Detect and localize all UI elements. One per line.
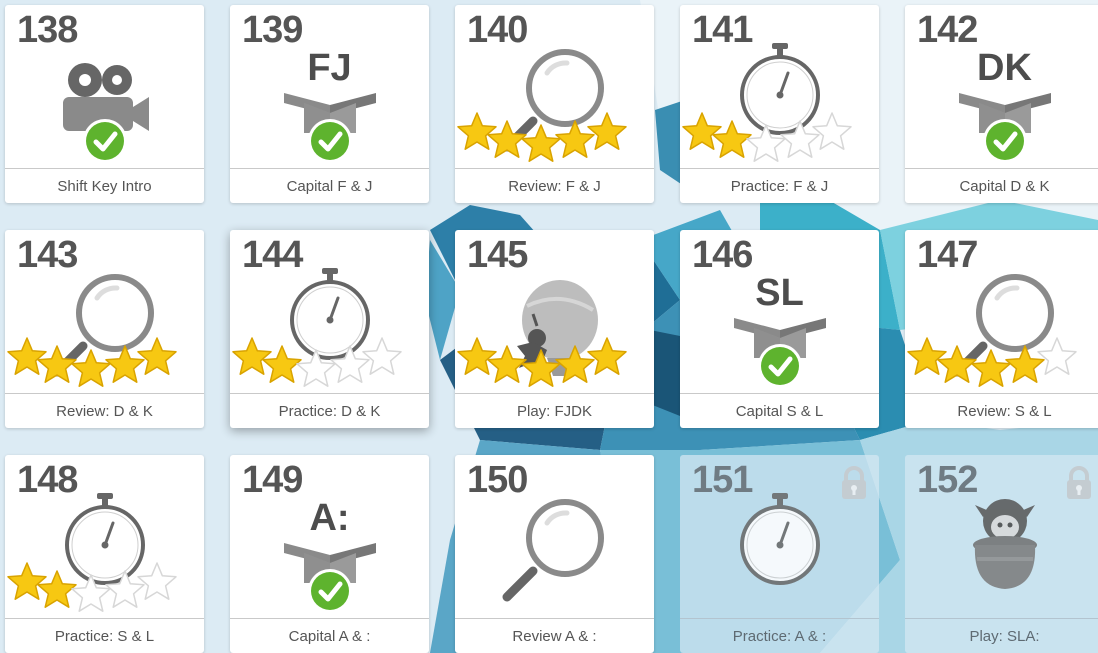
star-filled-icon bbox=[682, 112, 722, 150]
star-empty-icon bbox=[812, 112, 852, 150]
check-badge-icon bbox=[83, 119, 127, 163]
lesson-card-144[interactable]: 144 Practice: D & K bbox=[230, 230, 429, 428]
lesson-label: Capital F & J bbox=[230, 168, 429, 203]
lesson-card-145[interactable]: 145 Play: FJDK bbox=[455, 230, 654, 428]
pot-character-icon bbox=[973, 499, 1037, 589]
lesson-card-146[interactable]: 146 SL Capital S & L bbox=[680, 230, 879, 428]
lesson-illustration bbox=[502, 499, 604, 602]
lesson-card-149[interactable]: 149 A: Capital A & : bbox=[230, 455, 429, 653]
stopwatch-icon bbox=[290, 268, 370, 360]
lesson-label: Practice: F & J bbox=[680, 168, 879, 203]
lock-icon bbox=[842, 466, 866, 499]
lesson-label: Review: F & J bbox=[455, 168, 654, 203]
lesson-label: Practice: A & : bbox=[680, 618, 879, 653]
lesson-label: Capital D & K bbox=[905, 168, 1098, 203]
stopwatch-icon bbox=[65, 493, 145, 585]
lesson-label: Review: S & L bbox=[905, 393, 1098, 428]
lesson-label: Review A & : bbox=[455, 618, 654, 653]
lesson-card-147[interactable]: 147 Review: S & L bbox=[905, 230, 1098, 428]
lesson-card-142[interactable]: 142 DK Capital D & K bbox=[905, 5, 1098, 203]
star-filled-icon bbox=[587, 112, 627, 150]
check-badge-icon bbox=[308, 119, 352, 163]
lesson-label: Shift Key Intro bbox=[5, 168, 204, 203]
star-filled-icon bbox=[232, 337, 272, 375]
lesson-label: Review: D & K bbox=[5, 393, 204, 428]
lesson-illustration bbox=[232, 268, 402, 387]
lesson-letters: DK bbox=[977, 47, 1032, 89]
lesson-card-140[interactable]: 140 Review: F & J bbox=[455, 5, 654, 203]
lesson-label: Play: FJDK bbox=[455, 393, 654, 428]
lesson-card-143[interactable]: 143 Review: D & K bbox=[5, 230, 204, 428]
lock-icon bbox=[1067, 466, 1091, 499]
lesson-card-152: 152 Play: SLA: bbox=[905, 455, 1098, 653]
star-empty-icon bbox=[137, 562, 177, 600]
lesson-card-151: 151 Practice: A & : bbox=[680, 455, 879, 653]
lesson-illustration bbox=[63, 63, 149, 163]
lesson-illustration bbox=[7, 274, 177, 387]
lesson-card-141[interactable]: 141 Practice: F & J bbox=[680, 5, 879, 203]
lesson-letters: FJ bbox=[307, 47, 352, 89]
stopwatch-icon bbox=[740, 493, 820, 585]
star-filled-icon bbox=[907, 337, 947, 375]
lesson-label: Capital A & : bbox=[230, 618, 429, 653]
lesson-label: Practice: D & K bbox=[230, 393, 429, 428]
lesson-illustration bbox=[973, 499, 1037, 589]
lesson-illustration bbox=[907, 274, 1077, 387]
check-badge-icon bbox=[308, 569, 352, 613]
star-filled-icon bbox=[7, 337, 47, 375]
lesson-letters: A: bbox=[309, 497, 350, 539]
lesson-label: Practice: S & L bbox=[5, 618, 204, 653]
star-empty-icon bbox=[1037, 337, 1077, 375]
star-filled-icon bbox=[457, 112, 497, 150]
lesson-illustration bbox=[740, 493, 820, 585]
lesson-card-150[interactable]: 150 Review A & : bbox=[455, 455, 654, 653]
lesson-illustration bbox=[682, 43, 852, 162]
lesson-illustration bbox=[457, 280, 627, 387]
check-badge-icon bbox=[983, 119, 1027, 163]
star-filled-icon bbox=[7, 562, 47, 600]
star-filled-icon bbox=[457, 337, 497, 375]
star-empty-icon bbox=[362, 337, 402, 375]
magnifier-icon bbox=[502, 499, 604, 602]
lesson-card-148[interactable]: 148 Practice: S & L bbox=[5, 455, 204, 653]
magnifier-icon bbox=[502, 49, 604, 152]
star-filled-icon bbox=[587, 337, 627, 375]
lesson-grid: 138 Shift Key Intro 139 FJ Capital F & J 14… bbox=[0, 0, 1098, 653]
lesson-letters: SL bbox=[755, 272, 804, 314]
stopwatch-icon bbox=[740, 43, 820, 135]
star-filled-icon bbox=[137, 337, 177, 375]
check-badge-icon bbox=[758, 344, 802, 388]
lesson-label: Capital S & L bbox=[680, 393, 879, 428]
magnifier-icon bbox=[52, 274, 154, 377]
lesson-illustration bbox=[457, 49, 627, 162]
magnifier-icon bbox=[952, 274, 1054, 377]
lesson-card-138[interactable]: 138 Shift Key Intro bbox=[5, 5, 204, 203]
lesson-illustration bbox=[7, 493, 177, 612]
lesson-label: Play: SLA: bbox=[905, 618, 1098, 653]
lesson-card-139[interactable]: 139 FJ Capital F & J bbox=[230, 5, 429, 203]
